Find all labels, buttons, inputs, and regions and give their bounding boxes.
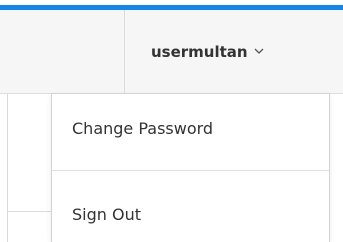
content-left-border: [7, 94, 8, 242]
chevron-down-icon: [254, 48, 264, 54]
change-password-menu-item[interactable]: Change Password: [52, 114, 329, 144]
dropdown-separator: [52, 170, 329, 171]
user-dropdown-menu: Change Password Sign Out: [51, 93, 330, 242]
sign-out-menu-item[interactable]: Sign Out: [52, 200, 329, 230]
username-label: usermultan: [151, 42, 248, 61]
app-frame: usermultan Change Password Sign Out: [0, 0, 343, 242]
user-menu-toggle[interactable]: usermultan: [125, 10, 343, 93]
